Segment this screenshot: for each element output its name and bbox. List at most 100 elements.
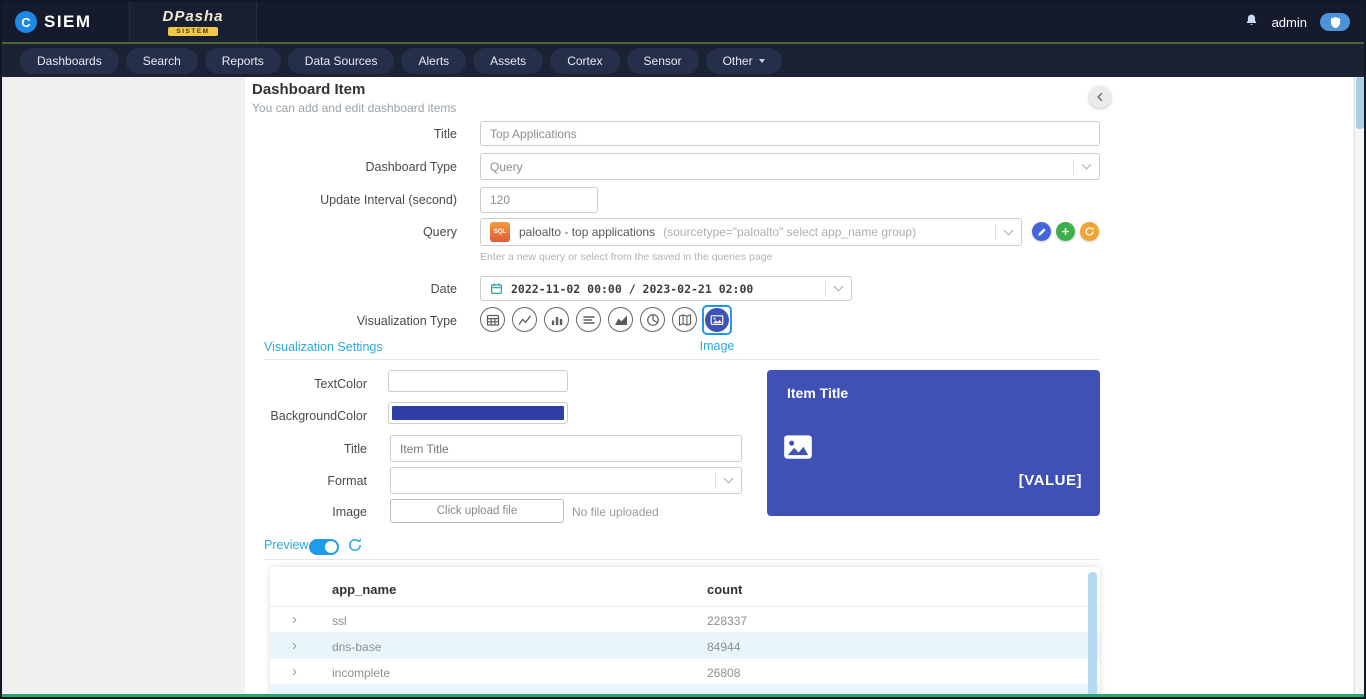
refresh-preview-button[interactable] <box>347 537 363 558</box>
main-nav: Dashboards Search Reports Data Sources A… <box>2 44 1364 77</box>
table-row[interactable]: › dns-base 84944 <box>270 633 1100 659</box>
app-logo: C SIEM <box>2 11 127 33</box>
viz-table-button[interactable] <box>480 307 505 332</box>
chevron-down-icon <box>834 282 844 292</box>
date-label: Date <box>252 282 457 296</box>
page-scrollbar-track[interactable] <box>1354 77 1364 694</box>
query-help-text: Enter a new query or select from the sav… <box>480 251 772 263</box>
column-header-count: count <box>707 582 742 597</box>
table-icon <box>485 312 501 328</box>
nav-item-search[interactable]: Search <box>126 48 198 74</box>
bar-chart-icon <box>549 312 565 328</box>
viz-pie-chart-button[interactable] <box>640 307 665 332</box>
backgroundcolor-label: BackgroundColor <box>252 409 367 423</box>
expand-chevron-icon[interactable]: › <box>292 611 297 628</box>
map-icon <box>677 312 693 328</box>
app-window: C SIEM DPasha SISTEM admin Dashboards Se… <box>0 0 1366 699</box>
brand-dpasha: DPasha SISTEM <box>129 2 257 42</box>
divider <box>264 559 1100 560</box>
nav-item-data-sources[interactable]: Data Sources <box>288 48 395 74</box>
brand-name: DPasha <box>162 8 223 25</box>
nav-item-reports[interactable]: Reports <box>205 48 281 74</box>
preview-label: Preview <box>264 538 308 552</box>
viz-line-chart-button[interactable] <box>512 307 537 332</box>
chevron-down-icon <box>1082 160 1092 170</box>
image-label: Image <box>252 505 367 519</box>
preview-card-title: Item Title <box>787 385 848 401</box>
add-query-button[interactable] <box>1056 222 1075 241</box>
viz-bar-chart-button[interactable] <box>544 307 569 332</box>
query-select[interactable]: SQL paloalto - top applications (sourcet… <box>480 218 1022 246</box>
list-icon <box>581 312 597 328</box>
viz-image-button-selected[interactable] <box>702 305 732 335</box>
query-name: paloalto - top applications <box>519 225 655 239</box>
chevron-down-icon <box>759 59 765 63</box>
viz-map-button[interactable] <box>672 307 697 332</box>
bottom-accent-bar <box>2 694 1364 697</box>
plus-icon <box>1060 226 1071 237</box>
back-button[interactable] <box>1089 86 1111 108</box>
textcolor-input[interactable] <box>388 370 568 392</box>
update-interval-input[interactable] <box>480 187 598 213</box>
chevron-down-icon <box>724 474 734 484</box>
edit-query-button[interactable] <box>1032 222 1051 241</box>
shield-icon <box>1330 16 1341 29</box>
nav-item-cortex[interactable]: Cortex <box>550 48 619 74</box>
preview-card-value: [VALUE] <box>1019 472 1082 489</box>
update-interval-label: Update Interval (second) <box>252 193 457 207</box>
nav-item-sensor[interactable]: Sensor <box>627 48 699 74</box>
nav-item-dashboards[interactable]: Dashboards <box>20 48 119 74</box>
back-arrow-icon <box>1094 91 1106 103</box>
area-chart-icon <box>613 312 629 328</box>
table-scrollbar[interactable] <box>1088 572 1097 699</box>
dashboard-type-select[interactable]: Query <box>480 153 1100 180</box>
expand-chevron-icon[interactable]: › <box>292 637 297 654</box>
top-header: C SIEM DPasha SISTEM admin <box>2 2 1364 42</box>
table-row[interactable]: › ssl 228337 <box>270 607 1100 633</box>
refresh-icon <box>347 537 363 553</box>
format-select[interactable] <box>390 467 742 494</box>
username[interactable]: admin <box>1272 15 1307 30</box>
item-title-input[interactable] <box>390 435 742 462</box>
logo-c-icon: C <box>15 11 37 33</box>
nav-item-assets[interactable]: Assets <box>473 48 543 74</box>
viz-list-button[interactable] <box>576 307 601 332</box>
table-row[interactable]: › incomplete 26808 <box>270 659 1100 685</box>
line-chart-icon <box>517 312 533 328</box>
table-header: app_name count <box>270 567 1100 607</box>
nav-item-other[interactable]: Other <box>706 48 782 74</box>
photo-icon <box>781 430 815 469</box>
page-scrollbar-thumb[interactable] <box>1356 77 1364 129</box>
color-swatch <box>392 406 564 420</box>
calendar-icon <box>490 282 503 295</box>
date-range-input[interactable]: 2022-11-02 00:00 / 2023-02-21 02:00 <box>480 276 852 301</box>
date-value: 2022-11-02 00:00 / 2023-02-21 02:00 <box>511 282 753 296</box>
viz-selected-caption: Image <box>687 339 747 353</box>
visualization-settings-link[interactable]: Visualization Settings <box>264 340 383 354</box>
textcolor-label: TextColor <box>252 377 367 391</box>
upload-status-text: No file uploaded <box>572 505 659 519</box>
user-shield-badge[interactable] <box>1320 13 1350 31</box>
refresh-query-button[interactable] <box>1080 222 1099 241</box>
backgroundcolor-input[interactable] <box>388 402 568 424</box>
brand-subtitle: SISTEM <box>168 27 217 36</box>
nav-item-alerts[interactable]: Alerts <box>401 48 466 74</box>
query-detail: (sourcetype="paloalto" select app_name g… <box>663 225 916 239</box>
logo-text: SIEM <box>44 12 92 32</box>
image-icon <box>709 312 725 328</box>
bell-icon[interactable] <box>1244 12 1259 33</box>
query-label: Query <box>252 225 457 239</box>
expand-chevron-icon[interactable]: › <box>292 663 297 680</box>
page-subtitle: You can add and edit dashboard items <box>252 101 456 115</box>
dashboard-type-label: Dashboard Type <box>252 160 457 174</box>
preview-toggle[interactable] <box>309 539 339 555</box>
title-input[interactable] <box>480 121 1100 146</box>
chevron-down-icon <box>1004 225 1014 235</box>
upload-file-button[interactable]: Click upload file <box>390 499 564 523</box>
pie-chart-icon <box>645 312 661 328</box>
title-label: Title <box>252 127 457 141</box>
query-results-table: app_name count › ssl 228337 › dns-base 8… <box>270 567 1100 699</box>
viz-area-chart-button[interactable] <box>608 307 633 332</box>
preview-card: Item Title [VALUE] <box>767 370 1100 516</box>
page-title: Dashboard Item <box>252 81 365 98</box>
